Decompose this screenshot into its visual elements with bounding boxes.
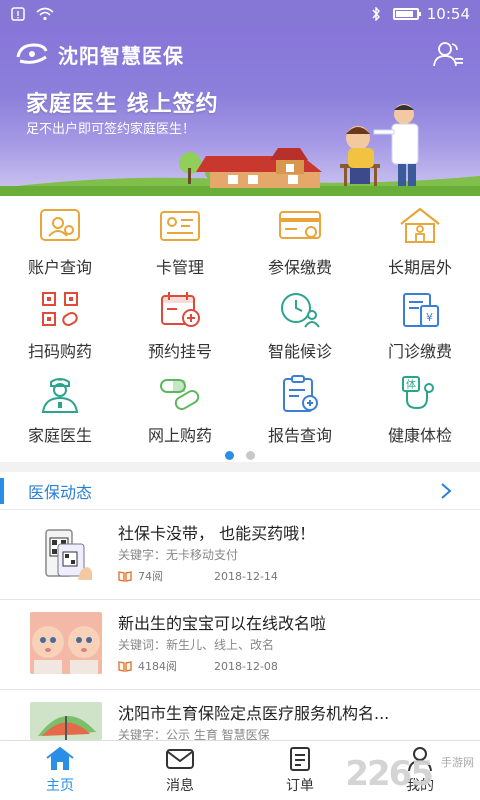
banner-subtitle: 足不出户即可签约家庭医生！ (26, 122, 196, 137)
news-meta: 74阅 2018-12-14 (118, 568, 278, 584)
grid-item-label: 账户查询 (27, 258, 92, 277)
svg-text:体: 体 (406, 379, 416, 391)
app-bar: 沈阳智慧医保 (0, 28, 480, 80)
app-logo-icon (16, 43, 48, 64)
news-item[interactable]: 新出生的宝宝可以在线改名啦 关键词：新生儿、线上、改名 4184阅 2018-1… (0, 600, 480, 690)
grid-item-label: 预约挂号 (147, 342, 212, 361)
grid-item-label: 报告查询 (267, 426, 332, 445)
grid-item-label: 网上购药 (147, 426, 212, 445)
news-item[interactable]: 社保卡没带， 也能买药哦！ 关键字：无卡移动支付 74阅 2018-12-14 (0, 510, 480, 600)
app-title: 沈阳智慧医保 (58, 43, 184, 68)
status-time: 10:54 (426, 5, 470, 23)
pill-icon (160, 379, 200, 410)
news-thumbnail (30, 612, 102, 674)
app-screen: 10:54 沈阳智慧医保 家庭医生 线上签约 足不出户即可签约家庭医生！ 账户查… (0, 0, 480, 800)
header-banner[interactable]: 沈阳智慧医保 家庭医生 线上签约 足不出户即可签约家庭医生！ (0, 28, 480, 196)
order-icon (290, 747, 310, 771)
grid-item-label: 健康体检 (387, 426, 452, 445)
function-grid: 账户查询 卡管理 参保缴费 长期居外 扫码购药 预约挂号 智能候诊 ¥ 门诊缴费… (0, 196, 480, 446)
news-keywords: 关键字：无卡移动支付 (118, 548, 239, 562)
grid-item-label: 家庭医生 (27, 426, 92, 445)
grid-item-appointment[interactable]: 预约挂号 (120, 280, 240, 364)
insurance-card-icon (279, 211, 321, 239)
tab-label: 订单 (286, 778, 314, 794)
news-section-header[interactable]: 医保动态 (0, 472, 480, 510)
grid-item-label: 长期居外 (387, 258, 452, 277)
baby-twins-image (30, 612, 102, 674)
news-views: 4184阅 (138, 660, 177, 673)
report-icon (283, 375, 318, 412)
section-divider (0, 462, 480, 472)
doctor-icon (41, 378, 79, 413)
chevron-right-icon[interactable] (440, 482, 452, 500)
grid-item-outpatient-pay[interactable]: ¥ 门诊缴费 (360, 280, 480, 364)
news-thumbnail (30, 522, 102, 584)
umbrella-image (30, 702, 102, 740)
card-manage-icon (160, 211, 200, 241)
news-section-title: 医保动态 (28, 482, 93, 502)
tab-messages[interactable]: 消息 (120, 741, 240, 800)
grid-item-label: 卡管理 (155, 258, 204, 277)
bill-yuan-icon: ¥ (403, 293, 439, 327)
calendar-add-icon (161, 292, 200, 327)
notification-icon (11, 7, 25, 21)
news-date: 2018-12-14 (214, 569, 278, 583)
grid-item-label: 参保缴费 (267, 258, 332, 277)
news-title: 新出生的宝宝可以在线改名啦 (118, 614, 327, 633)
grid-item-family-doctor[interactable]: 家庭医生 (0, 364, 120, 448)
grid-item-report-query[interactable]: 报告查询 (240, 364, 360, 448)
tab-label: 主页 (46, 778, 74, 794)
svg-text:¥: ¥ (426, 311, 433, 324)
user-group-icon[interactable] (432, 40, 464, 68)
mail-icon (166, 749, 194, 769)
tab-orders[interactable]: 订单 (240, 741, 360, 800)
news-title: 社保卡没带， 也能买药哦！ (118, 524, 316, 543)
banner-title: 家庭医生 线上签约 (26, 92, 219, 117)
grid-item-scan-buy-medicine[interactable]: 扫码购药 (0, 280, 120, 364)
wifi-icon (36, 7, 54, 21)
status-bar: 10:54 (0, 0, 480, 28)
page-dot-2[interactable] (246, 451, 255, 460)
stethoscope-icon: 体 (402, 376, 434, 410)
account-search-icon (40, 209, 80, 241)
news-title: 沈阳市生育保险定点医疗服务机构名... (118, 704, 390, 723)
qr-code-icon (42, 292, 78, 326)
tab-label: 消息 (166, 778, 194, 794)
watermark-number: 2265 (345, 754, 434, 794)
page-indicator[interactable] (0, 451, 480, 460)
page-dot-1[interactable] (225, 451, 234, 460)
grid-item-label: 扫码购药 (27, 342, 92, 361)
phone-qr-image (30, 522, 102, 584)
tab-home[interactable]: 主页 (0, 741, 120, 800)
grid-item-account-query[interactable]: 账户查询 (0, 196, 120, 280)
watermark-text: 手游网 (441, 756, 474, 769)
news-keywords: 关键词：新生儿、线上、改名 (118, 638, 275, 652)
book-icon (118, 660, 132, 672)
grid-item-smart-queue[interactable]: 智能候诊 (240, 280, 360, 364)
grid-item-health-checkup[interactable]: 体 健康体检 (360, 364, 480, 448)
grid-item-online-medicine[interactable]: 网上购药 (120, 364, 240, 448)
grid-item-label: 门诊缴费 (387, 342, 452, 361)
book-icon (118, 570, 132, 582)
grid-item-label: 智能候诊 (267, 342, 332, 361)
clock-user-icon (281, 293, 320, 328)
grid-item-card-manage[interactable]: 卡管理 (120, 196, 240, 280)
grid-item-long-term-abroad[interactable]: 长期居外 (360, 196, 480, 280)
home-icon (46, 746, 74, 770)
house-icon (400, 207, 440, 243)
battery-icon (392, 8, 421, 20)
news-views: 74阅 (138, 570, 163, 583)
news-date: 2018-12-08 (214, 659, 278, 673)
bluetooth-icon (372, 7, 380, 21)
grid-item-insurance-pay[interactable]: 参保缴费 (240, 196, 360, 280)
news-item[interactable]: 沈阳市生育保险定点医疗服务机构名... 关键字：公示 生育 智慧医保 (0, 690, 480, 742)
news-thumbnail (30, 702, 102, 740)
news-meta: 4184阅 2018-12-08 (118, 658, 278, 674)
